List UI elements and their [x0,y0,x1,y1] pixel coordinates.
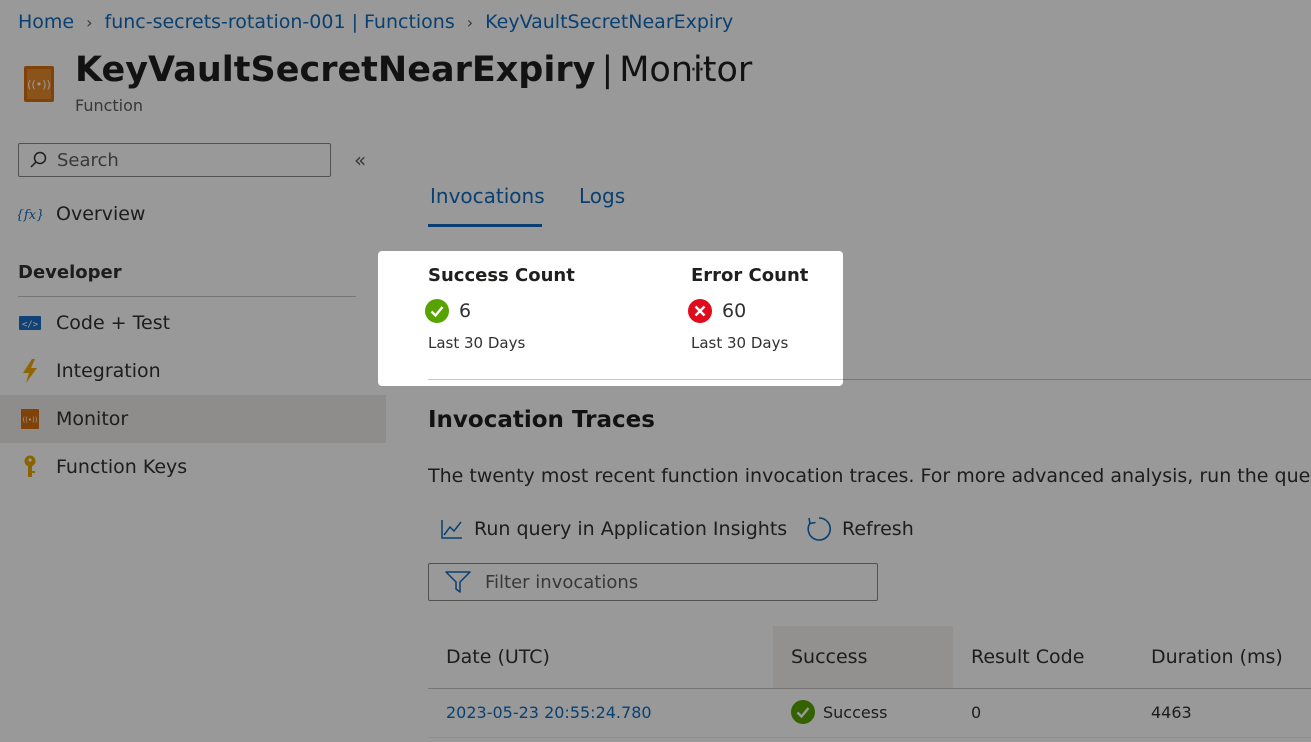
tab-invocations[interactable]: Invocations [430,184,545,208]
success-count-period: Last 30 Days [428,334,526,352]
table-header-divider [428,688,1311,689]
invocation-success-label: Success [823,702,888,722]
column-header-success[interactable]: Success [773,626,953,688]
chevron-right-icon: › [466,12,474,32]
sidebar-item-function-keys[interactable]: Function Keys [0,443,386,491]
tab-logs[interactable]: Logs [579,184,625,208]
monitor-icon: ((•)) [18,407,42,431]
success-check-icon [791,700,815,724]
filter-invocations-input[interactable] [483,570,867,594]
selected-tab-indicator [428,224,542,227]
breadcrumb-function-app[interactable]: func-secrets-rotation-001 | Functions [105,11,455,33]
function-fx-icon: {fx} [18,202,42,226]
resource-type: Function [75,96,144,115]
refresh-icon [807,517,831,541]
chevron-right-icon: › [86,12,93,32]
invocation-duration: 4463 [1151,702,1192,722]
code-icon: </> [18,311,42,335]
column-header-result-code[interactable]: Result Code [953,626,1133,688]
sidebar-item-code-test[interactable]: </> Code + Test [0,299,386,347]
svg-text:((•)): ((•)) [27,78,51,91]
success-count-title: Success Count [428,265,575,286]
invocation-traces-title: Invocation Traces [428,407,655,433]
key-icon [18,455,42,479]
filter-invocations[interactable] [428,563,878,601]
sidebar-section-developer: Developer [18,262,122,283]
refresh-label: Refresh [842,518,914,540]
refresh-button[interactable]: Refresh [806,513,914,545]
function-name: KeyVaultSecretNearExpiry [75,50,596,90]
column-header-date[interactable]: Date (UTC) [428,626,773,688]
table-row-divider [428,737,1311,738]
sidebar-item-label: Integration [56,360,161,382]
title-separator: | [601,50,614,90]
invocation-traces-description: The twenty most recent function invocati… [428,465,1311,487]
filter-icon [445,571,471,593]
column-header-duration[interactable]: Duration (ms) [1133,626,1311,688]
page-title: KeyVaultSecretNearExpiry | Monitor [75,50,752,90]
lightning-icon [18,359,42,383]
invocation-date-link[interactable]: 2023-05-23 20:55:24.780 [428,690,773,734]
summary-divider-highlight [428,379,843,380]
function-monitor-icon: ((•)) [22,64,56,104]
run-query-button[interactable]: Run query in Application Insights [440,513,787,545]
error-count-number: 60 [722,300,747,322]
svg-text:{fx}: {fx} [18,208,42,223]
error-count-value: 60 [688,299,746,323]
invocation-result-code: 0 [971,702,982,722]
section-divider [18,296,356,297]
sidebar-item-label: Function Keys [56,456,188,478]
sidebar-item-label: Overview [56,203,146,225]
sidebar-item-monitor[interactable]: ((•)) Monitor [0,395,386,443]
breadcrumb-home[interactable]: Home [18,11,74,33]
collapse-sidebar-icon[interactable]: « [354,148,366,172]
sidebar-item-integration[interactable]: Integration [0,347,386,395]
svg-text:((•)): ((•)) [22,416,37,424]
breadcrumb-function[interactable]: KeyVaultSecretNearExpiry [485,11,733,33]
sidebar-item-overview[interactable]: {fx} Overview [0,190,386,238]
invocation-success-cell: Success [773,690,953,734]
page-name: Monitor [619,50,753,90]
error-count-period: Last 30 Days [691,334,789,352]
success-count-value: 6 [425,299,471,323]
run-query-label: Run query in Application Insights [474,518,788,540]
sidebar-item-label: Monitor [56,408,129,430]
sidebar-search-input[interactable] [55,148,319,172]
success-count-number: 6 [459,300,472,322]
more-options-icon[interactable]: ··· [690,58,714,83]
sidebar-item-label: Code + Test [56,312,171,334]
success-check-icon [425,299,449,323]
breadcrumb: Home › func-secrets-rotation-001 | Funct… [18,9,733,35]
error-x-icon [688,299,712,323]
search-icon [30,151,47,168]
chart-line-icon [441,520,462,539]
sidebar-search[interactable] [18,143,331,177]
invocation-summary-panel: Success Count 6 Last 30 Days Error Count… [378,251,843,386]
error-count-title: Error Count [691,265,809,286]
svg-text:</>: </> [22,320,39,330]
